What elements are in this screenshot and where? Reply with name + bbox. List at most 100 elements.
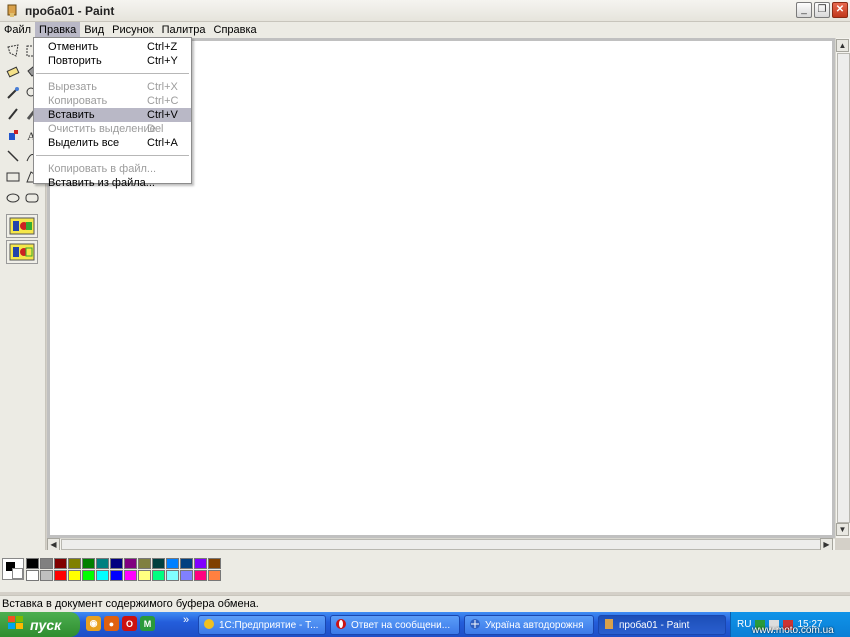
- color-swatch[interactable]: [124, 570, 137, 581]
- color-swatch[interactable]: [208, 558, 221, 569]
- menu-item-redo[interactable]: Повторить Ctrl+Y: [34, 54, 191, 68]
- close-button[interactable]: ✕: [832, 2, 848, 18]
- messenger-icon[interactable]: M: [140, 616, 155, 631]
- color-swatch[interactable]: [180, 570, 193, 581]
- status-bar: Вставка в документ содержимого буфера об…: [0, 595, 850, 612]
- color-swatch[interactable]: [180, 558, 193, 569]
- color-swatch[interactable]: [40, 570, 53, 581]
- menu-item-shortcut: Ctrl+V: [147, 109, 178, 121]
- menu-item-shortcut: Ctrl+C: [147, 95, 179, 107]
- menu-item-copy-to-file: Копировать в файл...: [34, 162, 191, 176]
- opera-task-icon: [335, 618, 347, 633]
- scroll-down-icon[interactable]: ▼: [836, 523, 849, 536]
- menu-separator: [36, 155, 189, 156]
- menu-item-shortcut: Del: [147, 123, 164, 135]
- menu-item-shortcut: Ctrl+Z: [147, 41, 178, 53]
- menu-item-clear-selection: Очистить выделение Del: [34, 122, 191, 136]
- color-swatch[interactable]: [82, 558, 95, 569]
- task-label: Україна автодорожня: [485, 619, 584, 631]
- menu-item-label: Вставить из файла...: [48, 177, 155, 189]
- minimize-button[interactable]: _: [796, 2, 812, 18]
- windows-logo-icon: [8, 616, 24, 633]
- menu-item-label: Очистить выделение: [48, 123, 156, 135]
- color-swatch[interactable]: [82, 570, 95, 581]
- color-swatch[interactable]: [68, 558, 81, 569]
- color-swatch[interactable]: [194, 558, 207, 569]
- color-swatch[interactable]: [40, 558, 53, 569]
- menu-item-select-all[interactable]: Выделить все Ctrl+A: [34, 136, 191, 150]
- color-swatch[interactable]: [26, 570, 39, 581]
- vertical-scrollbar[interactable]: ▲ ▼: [835, 38, 850, 538]
- color-swatch[interactable]: [26, 558, 39, 569]
- color-picker-icon[interactable]: [4, 84, 22, 102]
- media-player-icon[interactable]: ◉: [86, 616, 101, 631]
- menu-item-paste-from-file[interactable]: Вставить из файла...: [34, 176, 191, 190]
- menu-item-label: Отменить: [48, 41, 99, 53]
- color-palette: [0, 550, 850, 592]
- ellipse-tool-icon[interactable]: [4, 189, 22, 207]
- color-swatch[interactable]: [194, 570, 207, 581]
- color-swatch[interactable]: [166, 570, 179, 581]
- menu-file[interactable]: Файл: [0, 22, 35, 38]
- opaque-paste-option-icon[interactable]: [6, 214, 38, 238]
- language-indicator[interactable]: RU: [737, 619, 751, 630]
- color-swatch[interactable]: [54, 558, 67, 569]
- edit-menu-dropdown: Отменить Ctrl+Z Повторить Ctrl+Y Вырезат…: [33, 37, 192, 189]
- horizontal-scroll-thumb[interactable]: [61, 539, 821, 550]
- task-label: Ответ на сообщени...: [351, 619, 451, 631]
- line-tool-icon[interactable]: [4, 147, 22, 165]
- task-label: проба01 - Paint: [619, 619, 690, 631]
- color-swatch[interactable]: [166, 558, 179, 569]
- palette-swatches: [26, 558, 221, 581]
- menu-colors[interactable]: Палитра: [158, 22, 210, 38]
- eraser-icon[interactable]: [4, 63, 22, 81]
- quick-launch-chevron[interactable]: »: [183, 614, 189, 626]
- transparent-paste-option-icon[interactable]: [6, 240, 38, 264]
- pencil-icon[interactable]: [4, 105, 22, 123]
- color-swatch[interactable]: [110, 558, 123, 569]
- menu-item-shortcut: Ctrl+A: [147, 137, 178, 149]
- menu-item-label: Копировать: [48, 95, 108, 107]
- restore-button[interactable]: ❐: [814, 2, 830, 18]
- task-paint[interactable]: проба01 - Paint: [598, 615, 726, 635]
- menu-item-undo[interactable]: Отменить Ctrl+Z: [34, 40, 191, 54]
- menu-bar: Файл Правка Вид Рисунок Палитра Справка: [0, 22, 850, 38]
- menu-item-label: Повторить: [48, 55, 102, 67]
- firefox-icon[interactable]: ●: [104, 616, 119, 631]
- menu-item-paste[interactable]: Вставить Ctrl+V: [34, 108, 191, 122]
- menu-item-label: Копировать в файл...: [48, 163, 157, 175]
- color-swatch[interactable]: [138, 558, 151, 569]
- color-swatch[interactable]: [68, 570, 81, 581]
- background-color: [12, 568, 23, 579]
- color-swatch[interactable]: [152, 558, 165, 569]
- task-map[interactable]: Україна автодорожня: [464, 615, 594, 635]
- scroll-up-icon[interactable]: ▲: [836, 39, 849, 52]
- menu-separator: [36, 73, 189, 74]
- horizontal-scrollbar[interactable]: ◀ ▶: [47, 538, 835, 551]
- color-swatch[interactable]: [96, 558, 109, 569]
- paint-task-icon: [603, 618, 615, 633]
- color-swatch[interactable]: [110, 570, 123, 581]
- paint-app-icon[interactable]: [5, 4, 19, 18]
- vertical-scroll-thumb[interactable]: [837, 53, 850, 523]
- color-swatch[interactable]: [208, 570, 221, 581]
- color-swatch[interactable]: [152, 570, 165, 581]
- task-opera[interactable]: Ответ на сообщени...: [330, 615, 460, 635]
- color-swatch[interactable]: [96, 570, 109, 581]
- opera-icon[interactable]: O: [122, 616, 137, 631]
- color-swatch[interactable]: [124, 558, 137, 569]
- color-swatch[interactable]: [138, 570, 151, 581]
- rectangle-tool-icon[interactable]: [4, 168, 22, 186]
- start-button[interactable]: пуск: [0, 612, 80, 637]
- color-swatch[interactable]: [54, 570, 67, 581]
- menu-help[interactable]: Справка: [210, 22, 261, 38]
- menu-image[interactable]: Рисунок: [108, 22, 158, 38]
- menu-view[interactable]: Вид: [80, 22, 108, 38]
- task-label: 1С:Предприятие - Т...: [219, 619, 319, 631]
- 1c-app-icon: [203, 618, 215, 633]
- rounded-rect-tool-icon[interactable]: [23, 189, 41, 207]
- task-1c[interactable]: 1С:Предприятие - Т...: [198, 615, 326, 635]
- menu-edit[interactable]: Правка: [35, 22, 81, 38]
- airbrush-icon[interactable]: [4, 126, 22, 144]
- free-select-icon[interactable]: [4, 42, 22, 60]
